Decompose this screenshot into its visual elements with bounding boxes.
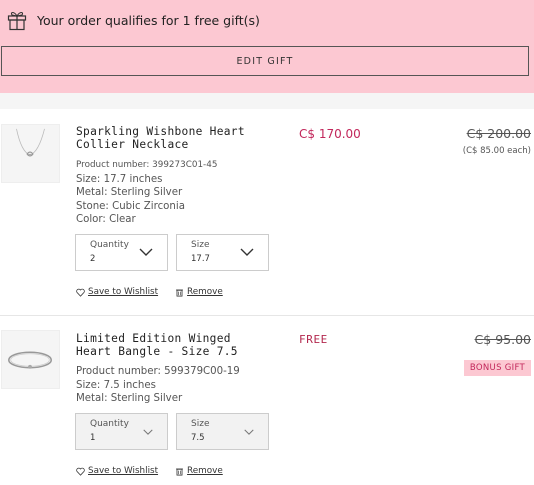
trash-icon [176, 468, 183, 476]
item-actions: Save to Wishlist Remove [76, 466, 240, 476]
save-to-wishlist-button[interactable]: Save to Wishlist [76, 287, 158, 297]
size-value: 17.7 [191, 254, 210, 264]
chevron-down-icon [244, 429, 254, 435]
size-label: Size [191, 240, 210, 250]
remove-button[interactable]: Remove [175, 466, 223, 476]
edit-gift-button[interactable]: EDIT GIFT [1, 46, 529, 76]
necklace-image [16, 128, 45, 157]
product-metal: Metal: Sterling Silver [76, 187, 183, 198]
product-image-bangle[interactable] [1, 330, 60, 389]
item-price: FREE [299, 333, 328, 346]
product-title[interactable]: Sparkling Wishbone Heart Collier Necklac… [76, 125, 256, 151]
remove-button[interactable]: Remove [175, 287, 223, 297]
quantity-label: Quantity [90, 419, 129, 429]
item-price: C$ 170.00 [299, 127, 361, 141]
section-gap [0, 93, 534, 109]
chevron-down-icon [143, 429, 153, 435]
save-to-wishlist-button[interactable]: Save to Wishlist [76, 466, 158, 476]
product-size: Size: 7.5 inches [76, 379, 156, 391]
bangle-image [7, 351, 53, 369]
quantity-value: 2 [90, 254, 96, 264]
size-select[interactable]: Size 17.7 [176, 234, 269, 271]
quantity-label: Quantity [90, 240, 129, 250]
size-value: 7.5 [191, 433, 205, 443]
item-divider [0, 315, 534, 316]
remove-label: Remove [187, 466, 223, 476]
heart-icon [76, 467, 85, 476]
gift-message: Your order qualifies for 1 free gift(s) [37, 12, 260, 28]
product-stone: Stone: Cubic Zirconia [76, 200, 185, 212]
product-number: Product number: 399273C01-45 [76, 160, 218, 170]
heart-icon [76, 288, 85, 297]
chevron-down-icon [139, 248, 153, 256]
wishlist-label: Save to Wishlist [88, 287, 159, 297]
size-select[interactable]: Size 7.5 [176, 413, 269, 450]
quantity-select[interactable]: Quantity 2 [75, 234, 168, 271]
quantity-select[interactable]: Quantity 1 [75, 413, 168, 450]
bonus-gift-badge: BONUS GIFT [463, 360, 531, 376]
remove-label: Remove [187, 287, 223, 297]
chevron-down-icon [240, 248, 254, 256]
gift-banner: Your order qualifies for 1 free gift(s) … [0, 0, 534, 93]
original-price: C$ 95.00 [474, 332, 531, 347]
product-metal: Metal: Sterling Silver [76, 393, 183, 404]
gift-message-row: Your order qualifies for 1 free gift(s) [7, 9, 260, 31]
wishlist-label: Save to Wishlist [88, 466, 159, 476]
product-color: Color: Clear [76, 214, 136, 225]
gift-icon [7, 11, 27, 31]
product-number: Product number: 599379C00-19 [76, 366, 240, 377]
quantity-value: 1 [90, 433, 96, 443]
size-label: Size [191, 419, 210, 429]
trash-icon [176, 289, 183, 297]
product-size: Size: 17.7 inches [76, 173, 163, 185]
original-price: C$ 200.00 [466, 126, 531, 141]
product-details: Product number: 599379C00-19 Size: 7.5 i… [76, 365, 240, 406]
product-title[interactable]: Limited Edition Winged Heart Bangle - Si… [76, 332, 256, 358]
product-details: Product number: 399273C01-45 Size: 17.7 … [76, 159, 217, 227]
price-each: (C$ 85.00 each) [462, 146, 531, 156]
product-image-necklace[interactable] [1, 124, 60, 183]
item-actions: Save to Wishlist Remove [76, 287, 240, 297]
